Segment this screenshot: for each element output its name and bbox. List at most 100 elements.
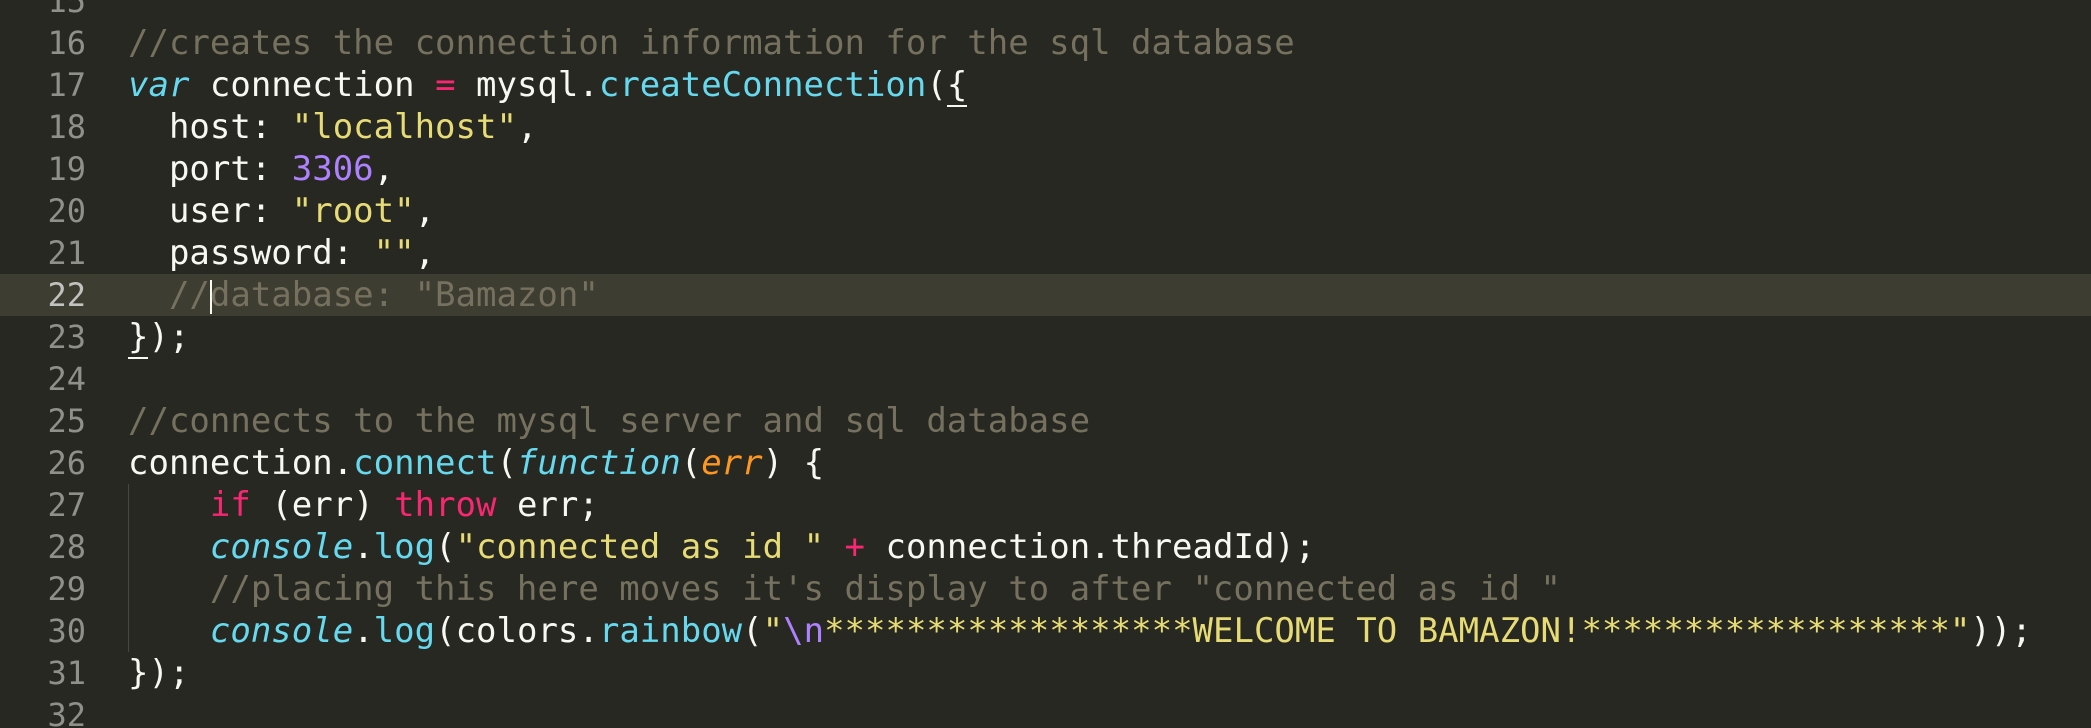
code-token-plain: mysql. [455, 65, 599, 105]
line-number: 29 [47, 570, 86, 608]
code-line[interactable]: 32 [0, 694, 2091, 728]
code-token-plain: ( [742, 611, 763, 651]
line-number: 31 [47, 654, 86, 692]
line-number: 30 [47, 612, 86, 650]
code-token-storage: console [209, 527, 354, 567]
code-text: //connects to the mysql server and sql d… [128, 400, 1090, 442]
code-line[interactable]: 25 //connects to the mysql server and sql… [0, 400, 2091, 442]
line-number: 21 [47, 234, 86, 272]
code-token-plain: }); [128, 653, 190, 693]
code-token-string: " [762, 611, 784, 651]
code-line[interactable]: 31}); [0, 652, 2091, 694]
code-text: password: "", [128, 232, 435, 274]
code-line[interactable]: 30 console.log(colors.rainbow("\n*******… [0, 610, 2091, 652]
code-lines: 15 16 //creates the connection information… [0, 0, 2091, 728]
code-line[interactable]: 23}); [0, 316, 2091, 359]
code-token-keyword: = [435, 65, 456, 105]
line-number: 16 [47, 24, 86, 62]
code-token-comment: // [128, 275, 210, 315]
line-number: 19 [47, 150, 86, 188]
code-line[interactable]: 15 [0, 0, 2091, 22]
line-number: 25 [47, 402, 86, 440]
code-token-plain: password: [128, 233, 374, 273]
line-number: 17 [47, 66, 86, 104]
code-token-keyword: + [844, 527, 866, 567]
code-token-func: log [373, 527, 436, 567]
code-token-plain: ); [148, 317, 190, 357]
code-token-plain: , [516, 107, 538, 147]
code-token-param: err [701, 443, 763, 483]
code-line[interactable]: 29 //placing this here moves it's displa… [0, 568, 2091, 610]
code-text: user: "root", [128, 190, 435, 232]
code-text: //database: "Bamazon" [128, 274, 599, 316]
code-token-plain: ( [680, 443, 702, 483]
code-token-plain: , [414, 191, 436, 231]
code-token-plain: (colors. [435, 611, 599, 651]
code-token-plain: , [414, 233, 436, 273]
code-line[interactable]: 20 user: "root", [0, 190, 2091, 232]
code-token-string: "root" [291, 191, 415, 231]
code-token-plain: )); [1970, 611, 2032, 651]
code-token-string: "connected as id " [455, 527, 825, 567]
code-token-storage: function [516, 443, 681, 483]
line-number: 22 [47, 276, 86, 314]
code-text: //placing this here moves it's display t… [128, 568, 1561, 610]
code-text: host: "localhost", [128, 106, 537, 148]
line-number: 28 [47, 528, 86, 566]
code-token-plain: (err) [250, 485, 395, 525]
code-token-number: 3306 [291, 149, 374, 189]
code-token-func: log [373, 611, 436, 651]
line-number: 24 [47, 360, 86, 398]
code-line[interactable]: 27 if (err) throw err; [0, 484, 2091, 526]
code-editor[interactable]: 15 16 //creates the connection information… [0, 0, 2091, 728]
code-token-plain: user: [128, 191, 292, 231]
code-token-comment: //connects to the mysql server and sql d… [128, 401, 1091, 441]
code-token-plain: port: [128, 149, 292, 189]
code-token-plain: { [946, 65, 968, 107]
code-token-plain: ( [435, 527, 456, 567]
code-token-escape: \n [783, 611, 825, 651]
code-line[interactable]: 19 port: 3306, [0, 148, 2091, 190]
code-text: //creates the connection information for… [128, 22, 1295, 64]
line-number: 27 [47, 486, 86, 524]
code-token-string: ******************WELCOME TO BAMAZON!***… [824, 611, 1971, 651]
code-token-plain: . [353, 611, 374, 651]
code-line[interactable]: 28 console.log("connected as id " + conn… [0, 526, 2091, 568]
code-line[interactable]: 16 //creates the connection information f… [0, 22, 2091, 64]
line-number: 15 [47, 0, 86, 20]
code-token-storage: console [209, 611, 354, 651]
code-token-func: connect [353, 443, 497, 483]
code-line[interactable]: 24 [0, 358, 2091, 400]
line-number: 32 [47, 696, 86, 728]
code-text: }); [128, 652, 189, 694]
code-token-plain: ) { [762, 443, 825, 483]
line-number: 18 [47, 108, 86, 146]
code-token-comment: //placing this here moves it's display t… [209, 569, 1561, 609]
code-text: port: 3306, [128, 148, 394, 190]
line-number: 20 [47, 192, 86, 230]
code-line[interactable]: 18 host: "localhost", [0, 106, 2091, 148]
code-token-plain: err; [496, 485, 599, 525]
code-text: connection.connect(function(err) { [128, 442, 824, 484]
code-token-func: createConnection [598, 65, 927, 105]
code-text: console.log(colors.rainbow("\n**********… [128, 610, 2032, 652]
code-line[interactable]: 26 connection.connect(function(err) { [0, 442, 2091, 484]
code-token-plain: connection. [128, 443, 354, 483]
code-token-plain: ( [496, 443, 517, 483]
code-token-plain: connection [189, 65, 436, 105]
code-token-plain: , [373, 149, 395, 189]
code-line[interactable]: 22 //database: "Bamazon" [0, 274, 2091, 316]
code-token-plain: ( [926, 65, 947, 105]
code-token-keyword: if [209, 485, 251, 525]
code-line[interactable]: 17 var connection = mysql.createConnectio… [0, 64, 2091, 107]
code-token-string: "localhost" [291, 107, 517, 147]
code-token-keyword: throw [394, 485, 497, 525]
code-token-plain: } [128, 317, 149, 359]
code-text: console.log("connected as id " + connect… [128, 526, 1315, 568]
code-text: if (err) throw err; [128, 484, 599, 526]
code-line[interactable]: 21 password: "", [0, 232, 2091, 274]
